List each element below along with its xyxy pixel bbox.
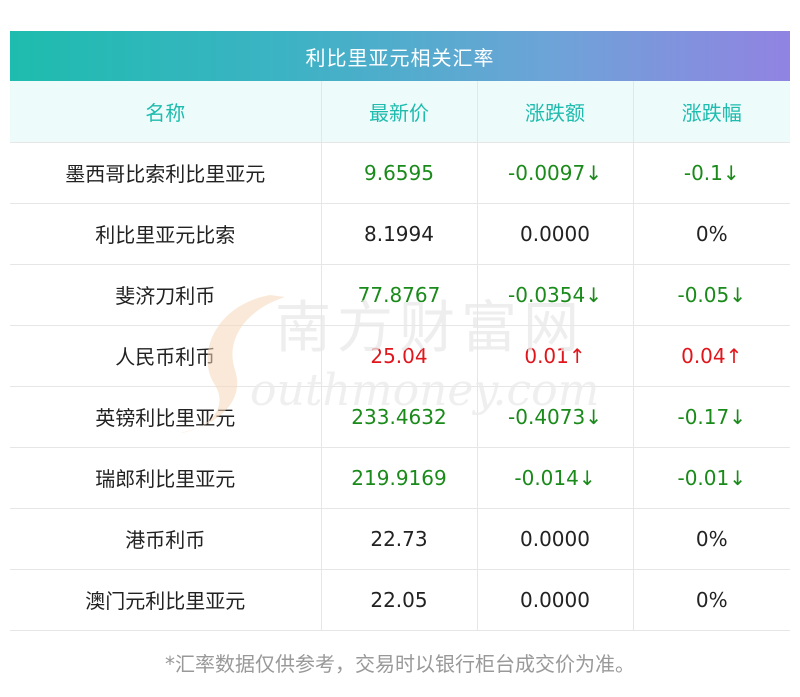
- table-row: 墨西哥比索利比里亚元 9.6595 -0.0097↓ -0.1↓: [10, 142, 790, 204]
- header-name: 名称: [10, 81, 322, 143]
- cell-change: 0.0000: [477, 508, 634, 570]
- cell-name: 港币利币: [10, 508, 322, 570]
- header-change: 涨跌额: [477, 81, 634, 143]
- exchange-rate-card: 利比里亚元相关汇率 名称 最新价 涨跌额 涨跌幅 墨西哥比索利比里亚元 9.659…: [10, 31, 790, 631]
- disclaimer-footer: *汇率数据仅供参考，交易时以银行柜台成交价为准。: [165, 652, 635, 676]
- table-row: 英镑利比里亚元 233.4632 -0.4073↓ -0.17↓: [10, 386, 790, 448]
- table-row: 澳门元利比里亚元 22.05 0.0000 0%: [10, 569, 790, 631]
- cell-name: 墨西哥比索利比里亚元: [10, 142, 322, 204]
- cell-latest-price: 25.04: [321, 325, 478, 387]
- table-row: 斐济刀利币 77.8767 -0.0354↓ -0.05↓: [10, 264, 790, 326]
- table-header-row: 名称 最新价 涨跌额 涨跌幅: [10, 81, 790, 143]
- cell-change-percent: 0.04↑: [633, 325, 790, 387]
- cell-change: 0.0000: [477, 569, 634, 631]
- table-row: 港币利币 22.73 0.0000 0%: [10, 508, 790, 570]
- table-row: 瑞郎利比里亚元 219.9169 -0.014↓ -0.01↓: [10, 447, 790, 509]
- exchange-rate-table: 名称 最新价 涨跌额 涨跌幅 墨西哥比索利比里亚元 9.6595 -0.0097↓ -…: [10, 81, 790, 631]
- cell-change: -0.014↓: [477, 447, 634, 509]
- cell-name: 澳门元利比里亚元: [10, 569, 322, 631]
- cell-change-percent: -0.1↓: [633, 142, 790, 204]
- cell-change-percent: -0.17↓: [633, 386, 790, 448]
- cell-change: -0.4073↓: [477, 386, 634, 448]
- cell-name: 利比里亚元比索: [10, 203, 322, 265]
- header-change-percent: 涨跌幅: [633, 81, 790, 143]
- cell-name: 人民币利币: [10, 325, 322, 387]
- cell-change-percent: 0%: [633, 508, 790, 570]
- cell-latest-price: 219.9169: [321, 447, 478, 509]
- cell-name: 瑞郎利比里亚元: [10, 447, 322, 509]
- table-row: 人民币利币 25.04 0.01↑ 0.04↑: [10, 325, 790, 387]
- cell-name: 斐济刀利币: [10, 264, 322, 326]
- cell-latest-price: 233.4632: [321, 386, 478, 448]
- table-row: 利比里亚元比索 8.1994 0.0000 0%: [10, 203, 790, 265]
- cell-change: -0.0354↓: [477, 264, 634, 326]
- cell-change: 0.0000: [477, 203, 634, 265]
- cell-change-percent: 0%: [633, 203, 790, 265]
- cell-latest-price: 9.6595: [321, 142, 478, 204]
- cell-change-percent: 0%: [633, 569, 790, 631]
- cell-latest-price: 22.73: [321, 508, 478, 570]
- page: 利比里亚元相关汇率 名称 最新价 涨跌额 涨跌幅 墨西哥比索利比里亚元 9.659…: [0, 0, 800, 697]
- cell-latest-price: 8.1994: [321, 203, 478, 265]
- header-latest-price: 最新价: [321, 81, 478, 143]
- cell-change-percent: -0.05↓: [633, 264, 790, 326]
- table-title: 利比里亚元相关汇率: [10, 31, 790, 81]
- cell-change-percent: -0.01↓: [633, 447, 790, 509]
- cell-latest-price: 77.8767: [321, 264, 478, 326]
- cell-change: 0.01↑: [477, 325, 634, 387]
- cell-name: 英镑利比里亚元: [10, 386, 322, 448]
- cell-latest-price: 22.05: [321, 569, 478, 631]
- cell-change: -0.0097↓: [477, 142, 634, 204]
